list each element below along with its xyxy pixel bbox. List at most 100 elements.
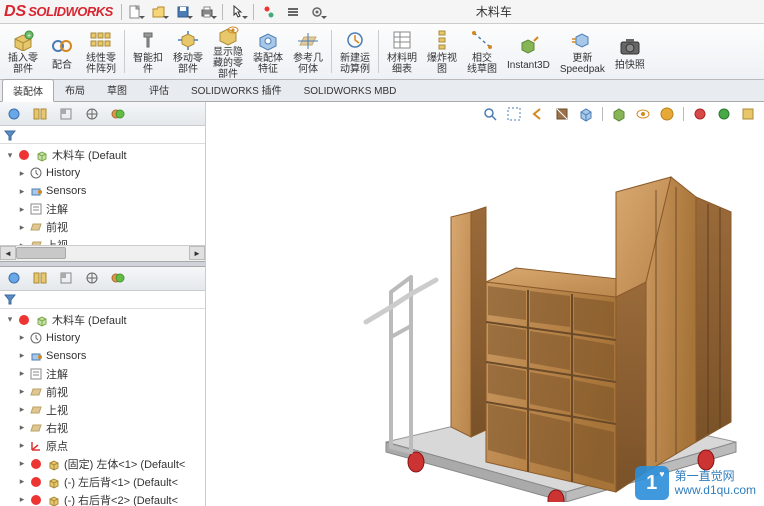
render-icon[interactable] xyxy=(714,104,734,124)
funnel-icon[interactable] xyxy=(4,129,16,141)
feature-tree-bottom: ▾木料车 (Default▸History▸Sensors▸注解▸前视▸上视▸右… xyxy=(0,309,205,506)
show-hidden-button[interactable]: 显示隐藏的零部件 xyxy=(209,26,247,77)
tab-plugins[interactable]: SOLIDWORKS 插件 xyxy=(180,78,293,101)
watermark-badge-icon: 1 xyxy=(635,466,669,500)
tree-item[interactable]: ▸(-) 左后背<1> (Default< xyxy=(2,473,203,491)
move-comp-icon xyxy=(174,28,202,52)
prev-view-icon[interactable] xyxy=(528,104,548,124)
filter-row-top xyxy=(0,126,205,144)
tree-item[interactable]: ▸(-) 右后背<2> (Default< xyxy=(2,491,203,506)
config-tab-icon[interactable] xyxy=(56,105,76,123)
dimxpert-tab-icon[interactable] xyxy=(82,269,102,287)
tree-root[interactable]: ▾木料车 (Default xyxy=(2,311,203,329)
scroll-left-icon[interactable]: ◄ xyxy=(0,246,16,260)
bom-button[interactable]: 材料明细表 xyxy=(383,26,421,77)
assembly-icon xyxy=(34,312,50,328)
options-button[interactable] xyxy=(282,2,304,22)
tree-item[interactable]: ▸右视 xyxy=(2,419,203,437)
explode-line-button[interactable]: 相交线草图 xyxy=(463,26,501,77)
new-motion-button[interactable]: 新建运动算例 xyxy=(336,26,374,77)
rib-label: 显示隐藏的零部件 xyxy=(213,47,243,80)
display-style-icon[interactable] xyxy=(609,104,629,124)
mate-button[interactable]: 配合 xyxy=(44,26,80,77)
view-orient-icon[interactable] xyxy=(576,104,596,124)
sensors-icon xyxy=(28,183,44,199)
move-comp-button[interactable]: 移动零部件 xyxy=(169,26,207,77)
rib-label: 配合 xyxy=(52,60,72,71)
zoom-fit-icon[interactable] xyxy=(480,104,500,124)
scroll-right-icon[interactable]: ► xyxy=(189,246,205,260)
smart-fasteners-button[interactable]: 智能扣件 xyxy=(129,26,167,77)
rebuild-button[interactable] xyxy=(258,2,280,22)
tab-sketch[interactable]: 草图 xyxy=(96,78,138,101)
assembly-feat-button[interactable]: 装配体特征 xyxy=(249,26,287,77)
part-icon xyxy=(46,456,62,472)
settings-button[interactable] xyxy=(306,2,328,22)
tree-item[interactable]: ▸注解 xyxy=(2,200,203,218)
linear-pattern-button[interactable]: 线性零件阵列 xyxy=(82,26,120,77)
scrollbar-h-top[interactable]: ◄ ► xyxy=(0,245,205,261)
appearance-icon[interactable] xyxy=(690,104,710,124)
rib-label: 移动零部件 xyxy=(173,53,203,75)
history-icon xyxy=(28,330,44,346)
sensors-icon xyxy=(28,348,44,364)
graphics-viewport[interactable]: 1 第一直觉网 www.d1qu.com xyxy=(206,102,764,506)
rib-label: 参考几何体 xyxy=(293,53,323,75)
rib-label: 装配体特征 xyxy=(253,53,283,75)
display-tab-icon[interactable] xyxy=(108,105,128,123)
rib-label: 插入零部件 xyxy=(8,53,38,75)
select-button[interactable] xyxy=(227,2,249,22)
insert-comp-button[interactable]: +插入零部件 xyxy=(4,26,42,77)
watermark-text2: www.d1qu.com xyxy=(675,483,756,497)
tree-item[interactable]: ▸上视 xyxy=(2,236,203,245)
annot-icon xyxy=(28,366,44,382)
watermark-text1: 第一直觉网 xyxy=(675,469,756,483)
save-button[interactable] xyxy=(172,2,194,22)
snapshot-button[interactable]: 拍快照 xyxy=(611,26,649,77)
assembly-icon xyxy=(16,312,32,328)
tree-item[interactable]: ▸前视 xyxy=(2,383,203,401)
assembly-feat-icon xyxy=(254,28,282,52)
property-tab-icon[interactable] xyxy=(30,105,50,123)
tree-item[interactable]: ▸(固定) 左体<1> (Default< xyxy=(2,455,203,473)
property-tab-icon[interactable] xyxy=(30,269,50,287)
tab-layout[interactable]: 布局 xyxy=(54,78,96,101)
tree-item[interactable]: ▸Sensors xyxy=(2,182,203,200)
config-tab-icon[interactable] xyxy=(56,269,76,287)
new-file-button[interactable] xyxy=(124,2,146,22)
plane-icon xyxy=(28,384,44,400)
speedpak-button[interactable]: 更新Speedpak xyxy=(556,26,609,77)
tab-evaluate[interactable]: 评估 xyxy=(138,78,180,101)
rib-label: 爆炸视图 xyxy=(427,53,457,75)
dimxpert-tab-icon[interactable] xyxy=(82,105,102,123)
app-brand: SOLIDWORKS xyxy=(28,4,113,19)
tree-item[interactable]: ▸History xyxy=(2,329,203,347)
tree-item[interactable]: ▸History xyxy=(2,164,203,182)
apply-scene-icon[interactable] xyxy=(738,104,758,124)
zoom-area-icon[interactable] xyxy=(504,104,524,124)
tree-item[interactable]: ▸Sensors xyxy=(2,347,203,365)
explode-line-icon xyxy=(468,28,496,52)
origin-icon xyxy=(28,438,44,454)
open-file-button[interactable] xyxy=(148,2,170,22)
print-button[interactable] xyxy=(196,2,218,22)
exploded-button[interactable]: 爆炸视图 xyxy=(423,26,461,77)
tab-mbd[interactable]: SOLIDWORKS MBD xyxy=(293,82,408,101)
instant3d-button[interactable]: Instant3D xyxy=(503,26,554,77)
hide-show-icon[interactable] xyxy=(633,104,653,124)
tree-item[interactable]: ▸注解 xyxy=(2,365,203,383)
feature-tree-tab-icon[interactable] xyxy=(4,105,24,123)
tree-item[interactable]: ▸上视 xyxy=(2,401,203,419)
tree-item[interactable]: ▸前视 xyxy=(2,218,203,236)
section-view-icon[interactable] xyxy=(552,104,572,124)
display-tab-icon[interactable] xyxy=(108,269,128,287)
assembly-icon xyxy=(16,147,32,163)
tree-item[interactable]: ▸原点 xyxy=(2,437,203,455)
scene-icon[interactable] xyxy=(657,104,677,124)
ref-geom-button[interactable]: 参考几何体 xyxy=(289,26,327,77)
funnel-icon[interactable] xyxy=(4,293,16,305)
panel-header-bottom xyxy=(0,267,205,291)
tab-assembly[interactable]: 装配体 xyxy=(2,79,54,102)
feature-tree-tab-icon[interactable] xyxy=(4,269,24,287)
tree-root[interactable]: ▾木料车 (Default xyxy=(2,146,203,164)
